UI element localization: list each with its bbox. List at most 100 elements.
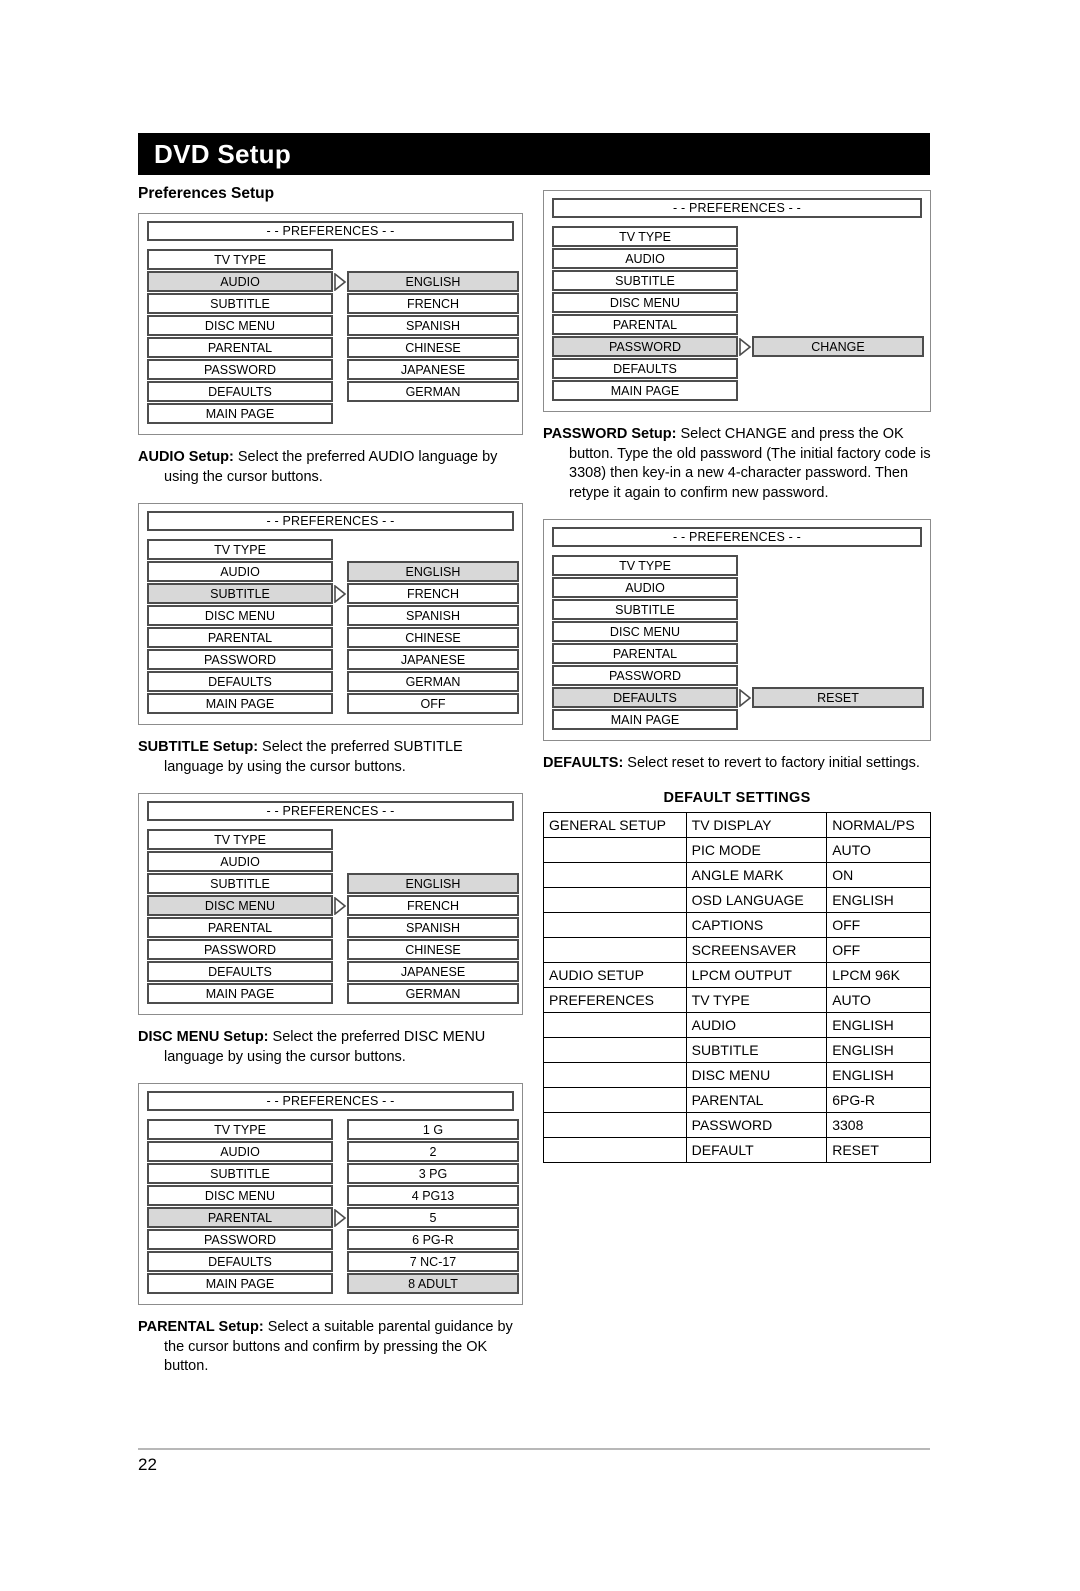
menu-item-parental[interactable]: PARENTAL xyxy=(147,1207,333,1228)
menu-item-main-page[interactable]: MAIN PAGE xyxy=(147,1273,333,1294)
settings-value-cell: OFF xyxy=(826,936,931,963)
menu-item-parental[interactable]: PARENTAL xyxy=(147,337,333,358)
menu-item-audio[interactable]: AUDIO xyxy=(147,851,333,872)
option-item-8-adult[interactable]: 8 ADULT xyxy=(347,1273,519,1294)
option-item-japanese[interactable]: JAPANESE xyxy=(347,961,519,982)
menu-item-defaults[interactable]: DEFAULTS xyxy=(147,1251,333,1272)
menu-item-tv-type[interactable]: TV TYPE xyxy=(552,226,738,247)
option-item-1-g[interactable]: 1 G xyxy=(347,1119,519,1140)
option-item-7-nc-17[interactable]: 7 NC-17 xyxy=(347,1251,519,1272)
menu-item-defaults[interactable]: DEFAULTS xyxy=(147,961,333,982)
menu-item-main-page[interactable]: MAIN PAGE xyxy=(147,983,333,1004)
settings-group-cell xyxy=(543,1111,687,1138)
menu-item-subtitle[interactable]: SUBTITLE xyxy=(147,293,333,314)
option-list-spacer xyxy=(752,555,924,577)
menu-item-subtitle[interactable]: SUBTITLE xyxy=(552,599,738,620)
table-row: DEFAULT RESET xyxy=(543,1136,931,1163)
option-item-spanish[interactable]: SPANISH xyxy=(347,605,519,626)
menu-item-disc-menu[interactable]: DISC MENU xyxy=(147,1185,333,1206)
menu-item-password[interactable]: PASSWORD xyxy=(147,1229,333,1250)
menu-item-tv-type[interactable]: TV TYPE xyxy=(147,829,333,850)
menu-item-tv-type[interactable]: TV TYPE xyxy=(147,249,333,270)
menu-item-audio[interactable]: AUDIO xyxy=(147,561,333,582)
menu-item-parental[interactable]: PARENTAL xyxy=(552,643,738,664)
option-item-english[interactable]: ENGLISH xyxy=(347,561,519,582)
menu-item-tv-type[interactable]: TV TYPE xyxy=(147,1119,333,1140)
menu-item-audio[interactable]: AUDIO xyxy=(147,1141,333,1162)
menu-item-parental[interactable]: PARENTAL xyxy=(147,917,333,938)
menu-item-password[interactable]: PASSWORD xyxy=(147,649,333,670)
option-list-spacer xyxy=(752,314,924,336)
option-item-german[interactable]: GERMAN xyxy=(347,381,519,402)
diagram-caption: SUBTITLE Setup: Select the preferred SUB… xyxy=(138,738,523,777)
settings-group-cell: GENERAL SETUP xyxy=(543,811,687,838)
menu-item-password[interactable]: PASSWORD xyxy=(147,359,333,380)
menu-item-audio[interactable]: AUDIO xyxy=(147,271,333,292)
settings-value-cell: OFF xyxy=(826,911,931,938)
option-item-chinese[interactable]: CHINESE xyxy=(347,337,519,358)
menu-item-defaults[interactable]: DEFAULTS xyxy=(552,687,738,708)
menu-item-disc-menu[interactable]: DISC MENU xyxy=(552,292,738,313)
menu-item-defaults[interactable]: DEFAULTS xyxy=(552,358,738,379)
option-item-6-pg-r[interactable]: 6 PG-R xyxy=(347,1229,519,1250)
menu-item-defaults[interactable]: DEFAULTS xyxy=(147,381,333,402)
menu-item-main-page[interactable]: MAIN PAGE xyxy=(552,380,738,401)
option-item-chinese[interactable]: CHINESE xyxy=(347,627,519,648)
option-list-spacer xyxy=(347,851,519,873)
menu-item-subtitle[interactable]: SUBTITLE xyxy=(147,583,333,604)
table-row: PARENTAL 6PG-R xyxy=(543,1086,931,1113)
menu-item-password[interactable]: PASSWORD xyxy=(552,336,738,357)
menu-item-tv-type[interactable]: TV TYPE xyxy=(552,555,738,576)
menu-item-disc-menu[interactable]: DISC MENU xyxy=(147,605,333,626)
menu-item-disc-menu[interactable]: DISC MENU xyxy=(147,315,333,336)
menu-item-defaults[interactable]: DEFAULTS xyxy=(147,671,333,692)
menu-item-password[interactable]: PASSWORD xyxy=(552,665,738,686)
menu-item-parental[interactable]: PARENTAL xyxy=(552,314,738,335)
table-row: GENERAL SETUP TV DISPLAY NORMAL/PS xyxy=(543,811,931,838)
option-item-spanish[interactable]: SPANISH xyxy=(347,917,519,938)
left-diagram-stack: - - PREFERENCES - - TV TYPE AUDIO SUBTITLE D… xyxy=(138,213,523,1377)
menu-item-main-page[interactable]: MAIN PAGE xyxy=(552,709,738,730)
option-item-french[interactable]: FRENCH xyxy=(347,583,519,604)
option-item-german[interactable]: GERMAN xyxy=(347,671,519,692)
menu-item-password[interactable]: PASSWORD xyxy=(147,939,333,960)
option-item-japanese[interactable]: JAPANESE xyxy=(347,649,519,670)
menu-item-main-page[interactable]: MAIN PAGE xyxy=(147,693,333,714)
menu-item-subtitle[interactable]: SUBTITLE xyxy=(147,1163,333,1184)
option-list-spacer xyxy=(752,292,924,314)
option-item-french[interactable]: FRENCH xyxy=(347,895,519,916)
menu-item-main-page[interactable]: MAIN PAGE xyxy=(147,403,333,424)
menu-item-subtitle[interactable]: SUBTITLE xyxy=(552,270,738,291)
option-item-off[interactable]: OFF xyxy=(347,693,519,714)
option-list-spacer xyxy=(347,539,519,561)
caption-label: PASSWORD Setup: xyxy=(543,426,677,442)
submenu-arrow-icon xyxy=(334,273,346,291)
menu-item-tv-type[interactable]: TV TYPE xyxy=(147,539,333,560)
option-item-2[interactable]: 2 xyxy=(347,1141,519,1162)
osd-menu-screen: - - PREFERENCES - - TV TYPE AUDIO SUBTITLE D… xyxy=(138,503,523,725)
parental-setup-diagram: - - PREFERENCES - - TV TYPE AUDIO SUBTITLE D… xyxy=(138,1083,523,1377)
left-column: Preferences Setup - - PREFERENCES - - TV … xyxy=(138,185,523,1393)
option-item-chinese[interactable]: CHINESE xyxy=(347,939,519,960)
table-row: PIC MODE AUTO xyxy=(543,836,931,863)
option-item-spanish[interactable]: SPANISH xyxy=(347,315,519,336)
menu-item-audio[interactable]: AUDIO xyxy=(552,248,738,269)
option-item-reset[interactable]: RESET xyxy=(752,687,924,708)
option-item-english[interactable]: ENGLISH xyxy=(347,271,519,292)
option-item-japanese[interactable]: JAPANESE xyxy=(347,359,519,380)
menu-item-disc-menu[interactable]: DISC MENU xyxy=(552,621,738,642)
menu-item-audio[interactable]: AUDIO xyxy=(552,577,738,598)
option-item-french[interactable]: FRENCH xyxy=(347,293,519,314)
option-item-3-pg[interactable]: 3 PG xyxy=(347,1163,519,1184)
option-item-german[interactable]: GERMAN xyxy=(347,983,519,1004)
option-item-5[interactable]: 5 xyxy=(347,1207,519,1228)
menu-item-disc-menu[interactable]: DISC MENU xyxy=(147,895,333,916)
osd-right-option-list: ENGLISH FRENCH SPANISH CHINESE JAPANESE GERMA… xyxy=(347,829,519,1005)
option-item-4-pg13[interactable]: 4 PG13 xyxy=(347,1185,519,1206)
settings-item-cell: AUDIO xyxy=(685,1011,828,1038)
menu-item-parental[interactable]: PARENTAL xyxy=(147,627,333,648)
option-item-change[interactable]: CHANGE xyxy=(752,336,924,357)
option-item-english[interactable]: ENGLISH xyxy=(347,873,519,894)
menu-item-subtitle[interactable]: SUBTITLE xyxy=(147,873,333,894)
settings-value-cell: LPCM 96K xyxy=(826,961,931,988)
